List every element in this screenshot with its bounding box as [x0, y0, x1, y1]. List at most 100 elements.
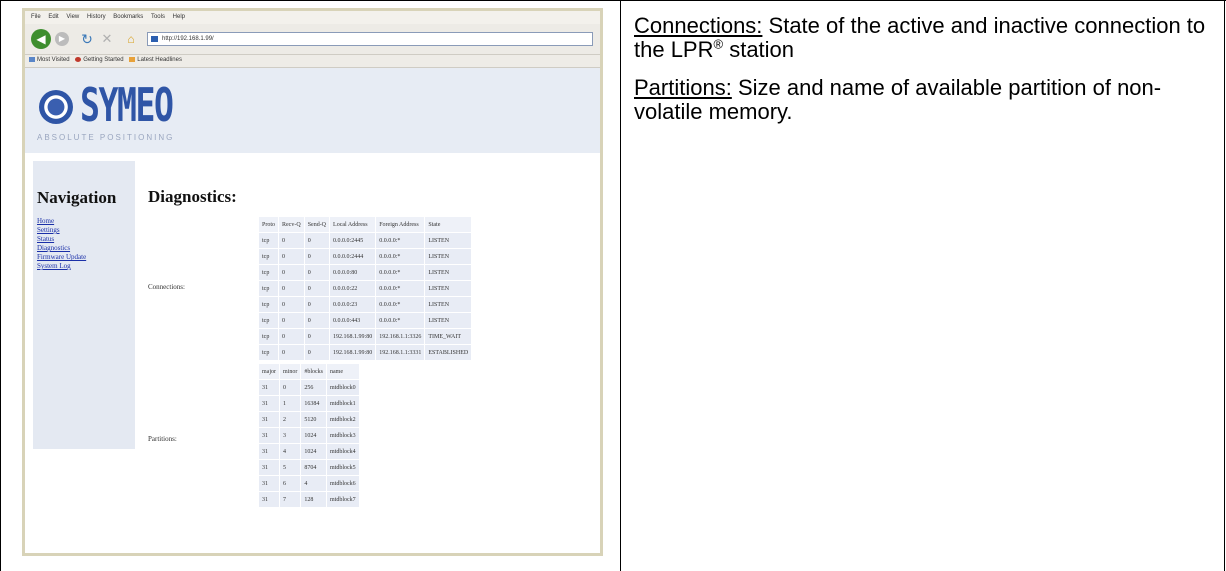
- table-row: tcp 0 0 0.0.0.0:80 0.0.0.0:* LISTEN: [259, 265, 472, 280]
- connections-label: Connections:: [148, 283, 185, 291]
- bookmark-icon: [29, 57, 35, 62]
- menu-help[interactable]: Help: [173, 14, 185, 20]
- nav-links: Home Settings Status Diagnostics Firmwar…: [37, 217, 86, 271]
- table-cell: 0: [304, 265, 330, 280]
- table-row: 31 7 128 mtdblock7: [259, 492, 359, 507]
- table-cell: 4: [280, 444, 301, 459]
- home-icon[interactable]: ⌂: [121, 29, 141, 49]
- table-cell: tcp: [259, 297, 279, 312]
- bookmark-getting-started[interactable]: Getting Started: [75, 57, 124, 64]
- table-border-right: [1224, 0, 1225, 571]
- column-header: Local Address: [330, 217, 376, 232]
- table-row: 31 3 1024 mtdblock3: [259, 428, 359, 443]
- table-row: tcp 0 0 0.0.0.0:23 0.0.0.0:* LISTEN: [259, 297, 472, 312]
- table-cell: 0: [279, 297, 304, 312]
- table-cell: 0: [304, 345, 330, 360]
- table-cell: 7: [280, 492, 301, 507]
- description-cell: Connections: State of the active and ina…: [634, 14, 1219, 138]
- table-cell: mtdblock7: [327, 492, 359, 507]
- table-cell: 1024: [301, 428, 327, 443]
- table-cell: 0: [304, 249, 330, 264]
- table-cell: tcp: [259, 265, 279, 280]
- table-cell: 0.0.0.0:*: [376, 265, 425, 280]
- table-cell: 0.0.0.0:*: [376, 313, 425, 328]
- column-header: name: [327, 364, 359, 379]
- site-favicon-icon: [151, 36, 158, 42]
- browser-screenshot: File Edit View History Bookmarks Tools H…: [22, 8, 603, 556]
- partitions-label: Partitions:: [148, 435, 177, 443]
- table-cell: LISTEN: [425, 297, 472, 312]
- bookmark-label: Getting Started: [83, 57, 124, 64]
- table-cell: 0.0.0.0:*: [376, 249, 425, 264]
- table-cell: mtdblock3: [327, 428, 359, 443]
- bookmark-latest-headlines[interactable]: Latest Headlines: [129, 57, 182, 63]
- reload-icon[interactable]: ↻: [77, 29, 97, 49]
- table-cell: 0.0.0.0:443: [330, 313, 376, 328]
- symeo-logo-icon: [39, 90, 73, 124]
- table-cell: 1: [280, 396, 301, 411]
- table-cell: 0.0.0.0:23: [330, 297, 376, 312]
- firefox-icon: [75, 57, 82, 62]
- page-title: Diagnostics:: [148, 187, 237, 206]
- table-cell: 0: [304, 281, 330, 296]
- menu-file[interactable]: File: [31, 14, 41, 20]
- table-row: 31 6 4 mtdblock6: [259, 476, 359, 491]
- table-cell: 4: [301, 476, 327, 491]
- table-row: tcp 0 0 0.0.0.0:2444 0.0.0.0:* LISTEN: [259, 249, 472, 264]
- bookmark-most-visited[interactable]: Most Visited: [29, 57, 70, 63]
- connections-term: Connections:: [634, 13, 763, 38]
- table-border-left: [0, 0, 1, 571]
- nav-link-firmware-update[interactable]: Firmware Update: [37, 253, 86, 262]
- column-header: Proto: [259, 217, 279, 232]
- table-cell: 0.0.0.0:2444: [330, 249, 376, 264]
- table-cell: tcp: [259, 249, 279, 264]
- table-cell: 5: [280, 460, 301, 475]
- table-cell: mtdblock2: [327, 412, 359, 427]
- table-cell: 2: [280, 412, 301, 427]
- table-cell: 31: [259, 492, 279, 507]
- table-cell: 0.0.0.0:*: [376, 297, 425, 312]
- nav-link-settings[interactable]: Settings: [37, 226, 86, 235]
- registered-mark: ®: [713, 36, 724, 52]
- table-cell: mtdblock4: [327, 444, 359, 459]
- table-cell: 0: [304, 313, 330, 328]
- partitions-table: major minor #blocks name 31 0 256 mtdblock0…: [258, 363, 360, 508]
- table-cell: 0: [279, 233, 304, 248]
- table-cell: 0: [279, 313, 304, 328]
- table-cell: 31: [259, 444, 279, 459]
- table-row: tcp 0 0 192.168.1.99:80 192.168.1.1:3331 ESTA…: [259, 345, 472, 360]
- column-header: Recv-Q: [279, 217, 304, 232]
- menu-tools[interactable]: Tools: [151, 14, 165, 20]
- column-header: Foreign Address: [376, 217, 425, 232]
- forward-arrow-icon[interactable]: ▶: [55, 32, 69, 46]
- url-input[interactable]: http://192.168.1.99/: [147, 32, 593, 46]
- table-cell: tcp: [259, 233, 279, 248]
- nav-link-status[interactable]: Status: [37, 235, 86, 244]
- table-row: tcp 0 0 192.168.1.99:80 192.168.1.1:3326 TIME…: [259, 329, 472, 344]
- table-cell: 1024: [301, 444, 327, 459]
- table-row: tcp 0 0 0.0.0.0:2445 0.0.0.0:* LISTEN: [259, 233, 472, 248]
- table-cell: 0: [279, 345, 304, 360]
- table-row: 31 0 256 mtdblock0: [259, 380, 359, 395]
- bookmarks-bar: Most Visited Getting Started Latest Head…: [25, 55, 600, 68]
- navigation-sidebar: Navigation Home Settings Status Diagnost…: [33, 161, 135, 449]
- nav-link-home[interactable]: Home: [37, 217, 86, 226]
- table-cell: 31: [259, 396, 279, 411]
- table-row: tcp 0 0 0.0.0.0:22 0.0.0.0:* LISTEN: [259, 281, 472, 296]
- table-border-top: [0, 0, 1226, 1]
- partitions-term: Partitions:: [634, 75, 732, 100]
- table-cell: tcp: [259, 313, 279, 328]
- table-header-row: major minor #blocks name: [259, 364, 359, 379]
- menu-view[interactable]: View: [66, 14, 79, 20]
- menu-edit[interactable]: Edit: [48, 14, 58, 20]
- nav-link-diagnostics[interactable]: Diagnostics: [37, 244, 86, 253]
- table-row: 31 4 1024 mtdblock4: [259, 444, 359, 459]
- table-cell: mtdblock0: [327, 380, 359, 395]
- menu-bookmarks[interactable]: Bookmarks: [113, 14, 143, 20]
- table-cell: LISTEN: [425, 313, 472, 328]
- nav-link-system-log[interactable]: System Log: [37, 262, 86, 271]
- stop-icon[interactable]: ✕: [97, 29, 117, 49]
- back-arrow-icon[interactable]: ◀: [31, 29, 51, 49]
- menu-history[interactable]: History: [87, 14, 106, 20]
- table-cell: 0: [304, 297, 330, 312]
